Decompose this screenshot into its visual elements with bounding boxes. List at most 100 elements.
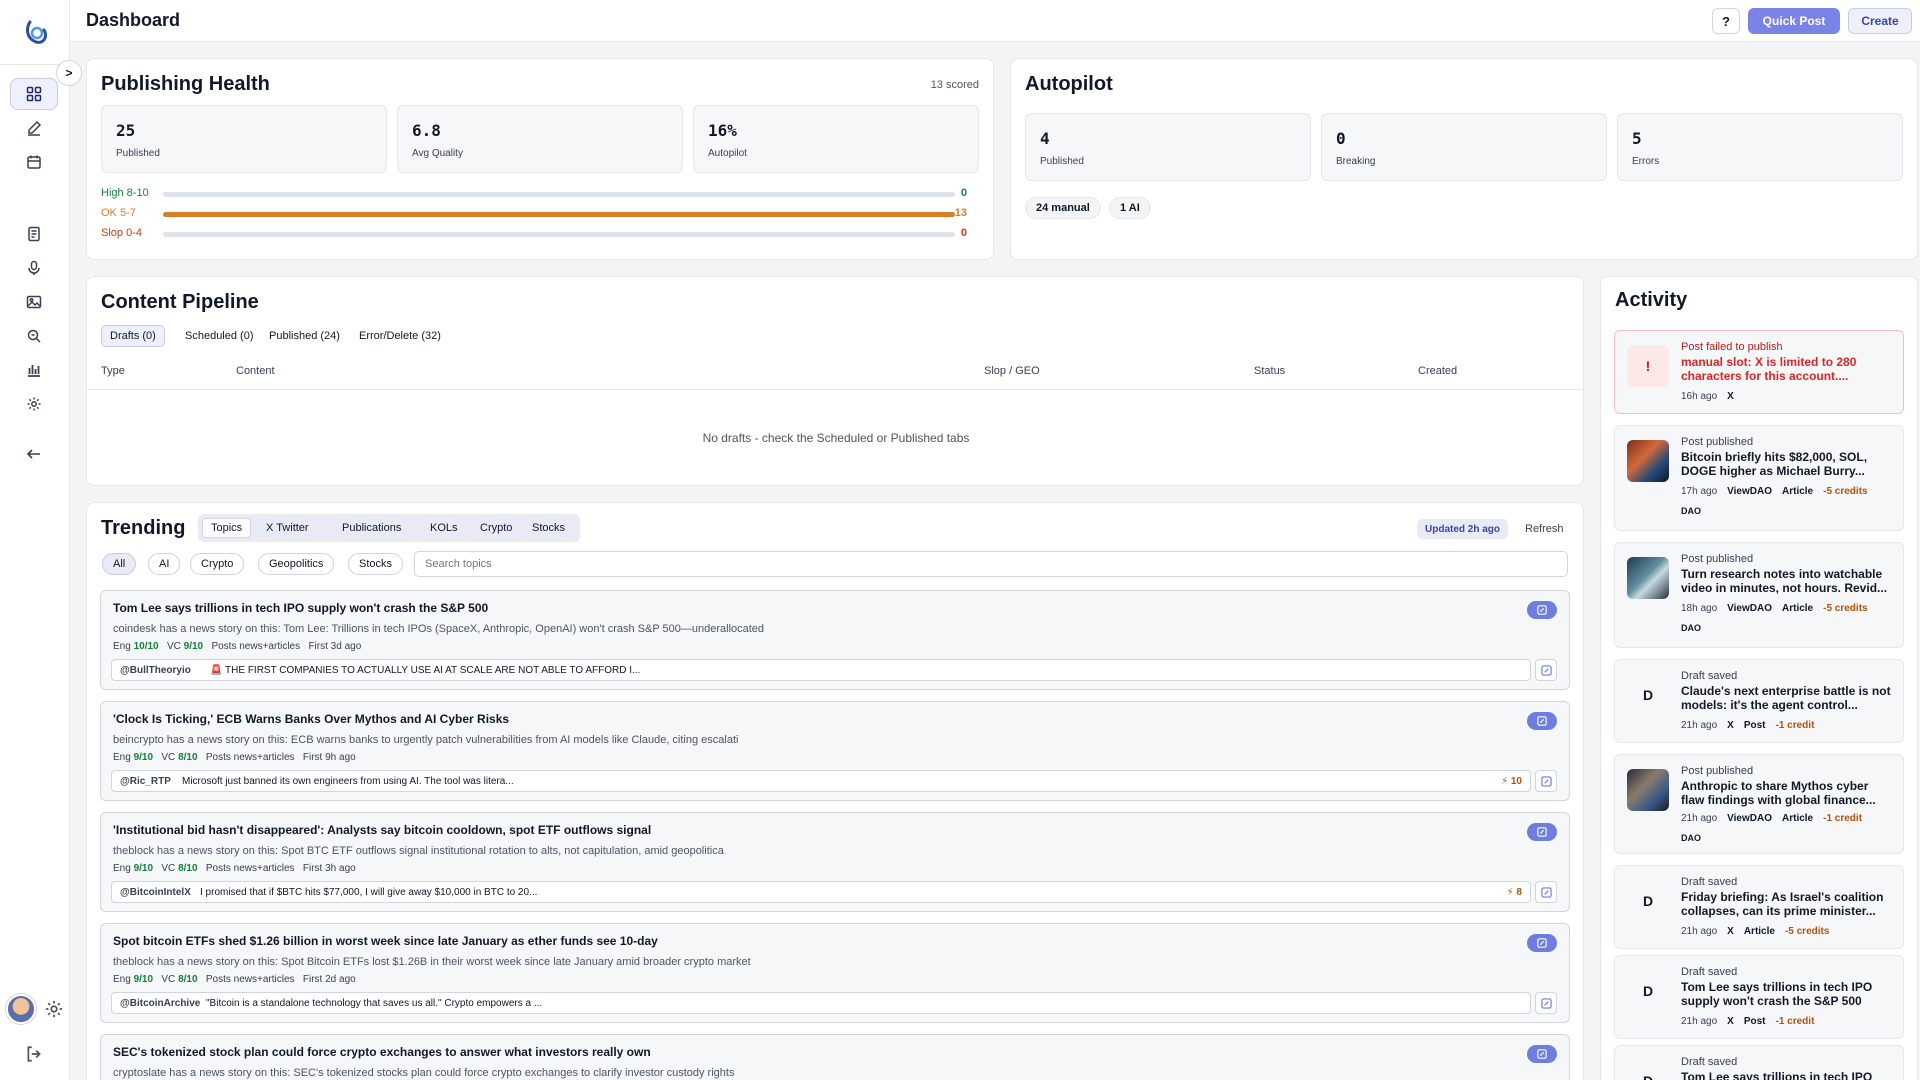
- bar-label: Slop 0-4: [101, 227, 142, 239]
- activity-title: Activity: [1615, 289, 1688, 311]
- activity-item[interactable]: Post published Turn research notes into …: [1614, 542, 1904, 648]
- activity-title-text: Claude's next enterprise battle is not m…: [1681, 684, 1891, 712]
- bar-count: 0: [960, 227, 967, 239]
- tab-published[interactable]: Published (24): [261, 325, 348, 347]
- compose-from-tweet-button[interactable]: [1535, 992, 1557, 1014]
- column-type: Type: [101, 365, 125, 377]
- filter-ai[interactable]: AI: [148, 553, 181, 575]
- activity-meta: 21h ago X Article -5 credits: [1681, 926, 1830, 937]
- pen-icon: [28, 120, 42, 136]
- topic-search-input[interactable]: [414, 551, 1568, 577]
- edit-icon: [1540, 886, 1552, 898]
- stat-label: Errors: [1632, 156, 1660, 167]
- nav-back[interactable]: [10, 438, 58, 470]
- post-thumbnail: [1627, 557, 1669, 599]
- compose-from-topic-button[interactable]: [1527, 1045, 1557, 1063]
- stat-label: Published: [116, 148, 160, 159]
- filter-stocks[interactable]: Stocks: [348, 553, 404, 575]
- app-logo-icon[interactable]: [22, 18, 52, 48]
- compose-from-tweet-button[interactable]: [1535, 659, 1557, 681]
- tab-topics[interactable]: Topics: [202, 518, 252, 538]
- help-button[interactable]: ?: [1712, 8, 1740, 34]
- topic-card[interactable]: 'Institutional bid hasn't disappeared': …: [100, 812, 1570, 912]
- compose-from-topic-button[interactable]: [1527, 712, 1557, 730]
- tab-kols[interactable]: KOLs: [422, 518, 466, 538]
- stat-avg-quality: 6.8 Avg Quality: [397, 105, 683, 173]
- sidebar-collapse-button[interactable]: >: [56, 60, 82, 86]
- topic-title[interactable]: Tom Lee says trillions in tech IPO suppl…: [113, 601, 488, 615]
- topic-title[interactable]: 'Clock Is Ticking,' ECB Warns Banks Over…: [113, 712, 509, 726]
- activity-meta: 17h ago ViewDAO Article -5 credits: [1681, 486, 1868, 497]
- refresh-button[interactable]: Refresh: [1525, 523, 1564, 535]
- topic-title[interactable]: 'Institutional bid hasn't disappeared': …: [113, 823, 651, 837]
- bar-fill: [163, 212, 955, 217]
- filter-crypto[interactable]: Crypto: [190, 553, 245, 575]
- topic-title[interactable]: SEC's tokenized stock plan could force c…: [113, 1045, 651, 1059]
- top-tweet[interactable]: @Ric_RTP Microsoft just banned its own en…: [111, 770, 1531, 792]
- top-tweet[interactable]: @BitcoinIntelX I promised that if $BTC hi…: [111, 881, 1531, 903]
- activity-item[interactable]: D Draft saved Claude's next enterprise b…: [1614, 659, 1904, 743]
- topic-description: beincrypto has a news story on this: ECB…: [113, 734, 739, 746]
- activity-item[interactable]: D Draft saved Tom Lee says trillions in …: [1614, 955, 1904, 1039]
- tab-drafts[interactable]: Drafts (0): [101, 325, 165, 347]
- activity-item[interactable]: Post published Bitcoin briefly hits $82,…: [1614, 425, 1904, 531]
- topic-title[interactable]: Spot bitcoin ETFs shed $1.26 billion in …: [113, 934, 658, 948]
- stat-value: 4: [1040, 129, 1050, 148]
- tab-publications[interactable]: Publications: [334, 518, 409, 538]
- filter-all[interactable]: All: [102, 553, 137, 575]
- nav-calendar[interactable]: [10, 146, 58, 178]
- nav-settings[interactable]: [10, 388, 58, 420]
- logout-icon[interactable]: [25, 1045, 43, 1063]
- tab-crypto[interactable]: Crypto: [472, 518, 520, 538]
- quick-post-button[interactable]: Quick Post: [1748, 8, 1840, 34]
- nav-analytics[interactable]: [10, 354, 58, 386]
- account-settings-icon[interactable]: [44, 999, 64, 1019]
- topic-metrics: Eng 9/10 VC 8/10 Posts news+articles Fir…: [113, 863, 356, 874]
- topic-card[interactable]: Tom Lee says trillions in tech IPO suppl…: [100, 590, 1570, 690]
- tweet-handle: @BitcoinArchive: [120, 998, 201, 1009]
- autopilot-stat-breaking: 0 Breaking: [1321, 113, 1607, 181]
- topic-card[interactable]: 'Clock Is Ticking,' ECB Warns Banks Over…: [100, 701, 1570, 801]
- top-tweet[interactable]: @BitcoinArchive "Bitcoin is a standalone …: [111, 992, 1531, 1014]
- activity-item[interactable]: Post published Anthropic to share Mythos…: [1614, 754, 1904, 854]
- activity-item[interactable]: D Draft saved Tom Lee says trillions in …: [1614, 1045, 1904, 1080]
- activity-kind: Post published: [1681, 765, 1754, 777]
- compose-from-topic-button[interactable]: [1527, 601, 1557, 619]
- topic-description: coindesk has a news story on this: Tom L…: [113, 623, 765, 635]
- tab-x-twitter[interactable]: X Twitter: [258, 518, 317, 538]
- tab-scheduled[interactable]: Scheduled (0): [177, 325, 262, 347]
- tab-error-delete[interactable]: Error/Delete (32): [351, 325, 449, 347]
- top-tweet[interactable]: @BullTheoryio 🚨 THE FIRST COMPANIES TO AC…: [111, 659, 1531, 681]
- topic-metrics: Eng 9/10 VC 8/10 Posts news+articles Fir…: [113, 752, 356, 763]
- activity-item[interactable]: D Draft saved Friday briefing: As Israel…: [1614, 865, 1904, 949]
- filter-geopolitics[interactable]: Geopolitics: [258, 553, 335, 575]
- compose-from-tweet-button[interactable]: [1535, 770, 1557, 792]
- tweet-handle: @Ric_RTP: [120, 776, 171, 787]
- edit-icon: [1537, 938, 1547, 948]
- compose-from-topic-button[interactable]: [1527, 934, 1557, 952]
- sidebar: [0, 0, 70, 1080]
- topic-card[interactable]: Spot bitcoin ETFs shed $1.26 billion in …: [100, 923, 1570, 1023]
- tab-stocks[interactable]: Stocks: [524, 518, 573, 538]
- nav-media[interactable]: [10, 286, 58, 318]
- compose-from-tweet-button[interactable]: [1535, 881, 1557, 903]
- nav-research[interactable]: [10, 320, 58, 352]
- tweet-text: "Bitcoin is a standalone technology that…: [206, 998, 543, 1009]
- edit-icon: [1537, 827, 1547, 837]
- nav-audio[interactable]: [10, 252, 58, 284]
- edit-icon: [1540, 997, 1552, 1009]
- publishing-health-title: Publishing Health: [101, 73, 270, 95]
- activity-title-text: manual slot: X is limited to 280 charact…: [1681, 355, 1857, 383]
- manual-count-pill: 24 manual: [1025, 197, 1101, 219]
- create-button[interactable]: Create: [1848, 8, 1912, 34]
- topic-card[interactable]: SEC's tokenized stock plan could force c…: [100, 1034, 1570, 1080]
- compose-from-topic-button[interactable]: [1527, 823, 1557, 841]
- nav-articles[interactable]: [10, 218, 58, 250]
- activity-title-text: Anthropic to share Mythos cyber flaw fin…: [1681, 779, 1876, 807]
- activity-item[interactable]: ! Post failed to publish manual slot: X …: [1614, 330, 1904, 414]
- topic-description: cryptoslate has a news story on this: SE…: [113, 1067, 735, 1079]
- nav-compose[interactable]: [10, 112, 58, 144]
- activity-kind: Draft saved: [1681, 966, 1738, 978]
- user-avatar[interactable]: [6, 994, 36, 1024]
- nav-dashboard[interactable]: [10, 78, 58, 110]
